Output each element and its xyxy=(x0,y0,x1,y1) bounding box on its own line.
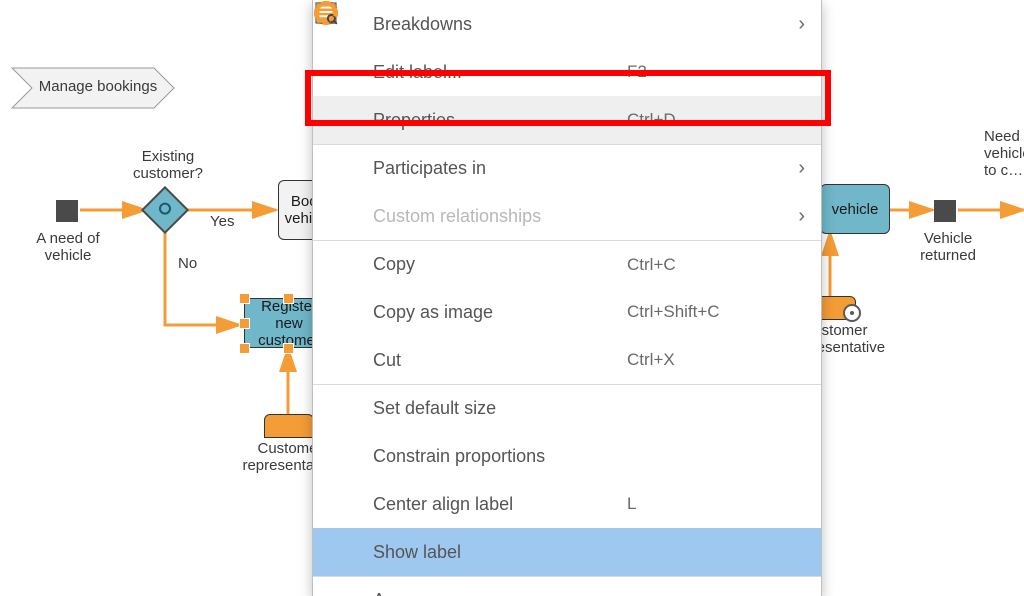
info-icon xyxy=(331,105,361,135)
participates-icon xyxy=(331,154,361,184)
menu-item-shortcut: Ctrl+X xyxy=(627,350,787,370)
menu-item-label: Copy xyxy=(373,254,627,275)
appearance-icon xyxy=(331,586,361,596)
start-event-label: A need of vehicle xyxy=(28,230,108,264)
menu-item-copy-as-image[interactable]: Copy as imageCtrl+Shift+C xyxy=(313,288,821,336)
menu-item-cut[interactable]: CutCtrl+X xyxy=(313,336,821,384)
copy-icon xyxy=(331,250,361,280)
title-chevron-label: Manage bookings xyxy=(28,78,168,95)
pool-error-badge-icon xyxy=(843,304,861,322)
end-event[interactable] xyxy=(934,200,956,222)
selection-handle[interactable] xyxy=(239,343,250,354)
menu-item-participates-in[interactable]: Participates in › xyxy=(313,144,821,192)
selection-handle[interactable] xyxy=(239,293,250,304)
menu-item-center-align-label[interactable]: Center align labelL xyxy=(313,480,821,528)
start-event[interactable] xyxy=(56,200,78,222)
menu-item-label: Center align label xyxy=(373,494,627,515)
chevron-right-icon: › xyxy=(787,157,805,180)
pool-customer-rep-left[interactable] xyxy=(264,414,314,438)
menu-item-shortcut: F2 xyxy=(627,62,787,82)
menu-item-custom-relationships: Custom relationships › xyxy=(313,192,821,240)
gateway-label: Existing customer? xyxy=(128,148,208,182)
edge-yes-label: Yes xyxy=(210,213,234,230)
default-size-icon xyxy=(331,394,361,424)
diagram-canvas[interactable]: Manage bookings A need of vehicle Existi… xyxy=(0,0,1024,596)
menu-item-shortcut: Ctrl+C xyxy=(627,255,787,275)
task-return-label: vehicle xyxy=(832,201,879,218)
menu-item-constrain-proportions[interactable]: Constrain proportions xyxy=(313,432,821,480)
menu-item-label: Appearance xyxy=(373,590,627,596)
selection-handle[interactable] xyxy=(239,318,250,329)
menu-item-show-label[interactable]: Show label xyxy=(313,528,821,576)
menu-item-label: Set default size xyxy=(373,398,627,419)
selection-handle[interactable] xyxy=(283,293,294,304)
cut-off-label: Need vehicle to c… xyxy=(984,128,1024,179)
menu-item-shortcut: Ctrl+Shift+C xyxy=(627,302,787,322)
menu-item-shortcut: L xyxy=(627,494,787,514)
edge-no-label: No xyxy=(178,255,197,272)
cut-icon xyxy=(331,345,361,375)
menu-item-appearance[interactable]: Appearance xyxy=(313,576,821,596)
menu-item-label: Edit label... xyxy=(373,62,627,83)
menu-item-breakdowns[interactable]: Breakdowns › xyxy=(313,0,821,48)
menu-item-label: Copy as image xyxy=(373,302,627,323)
menu-item-set-default-size[interactable]: Set default size xyxy=(313,384,821,432)
lock-icon xyxy=(331,441,361,471)
chevron-right-icon: › xyxy=(787,205,805,228)
pencil-icon xyxy=(331,57,361,87)
menu-item-label: Breakdowns xyxy=(373,14,627,35)
menu-item-label: Cut xyxy=(373,350,627,371)
show-label-icon xyxy=(331,537,361,567)
menu-item-label: Show label xyxy=(373,542,627,563)
end-event-label: Vehicle returned xyxy=(908,230,988,264)
menu-item-label: Constrain proportions xyxy=(373,446,627,467)
menu-item-copy[interactable]: CopyCtrl+C xyxy=(313,240,821,288)
task-return-vehicle[interactable]: vehicle xyxy=(820,184,890,234)
menu-item-label: Participates in xyxy=(373,158,627,179)
center-align-icon xyxy=(331,489,361,519)
relationship-icon xyxy=(331,201,361,231)
menu-item-properties[interactable]: Properties...Ctrl+D xyxy=(313,96,821,144)
menu-item-label: Properties... xyxy=(373,110,627,131)
menu-item-shortcut: Ctrl+D xyxy=(627,110,787,130)
copy-image-icon xyxy=(331,297,361,327)
menu-item-label: Custom relationships xyxy=(373,206,627,227)
selection-handle[interactable] xyxy=(283,343,294,354)
context-menu: Breakdowns›Edit label...F2Properties...C… xyxy=(312,0,822,596)
chevron-right-icon: › xyxy=(787,13,805,36)
menu-item-edit-label[interactable]: Edit label...F2 xyxy=(313,48,821,96)
